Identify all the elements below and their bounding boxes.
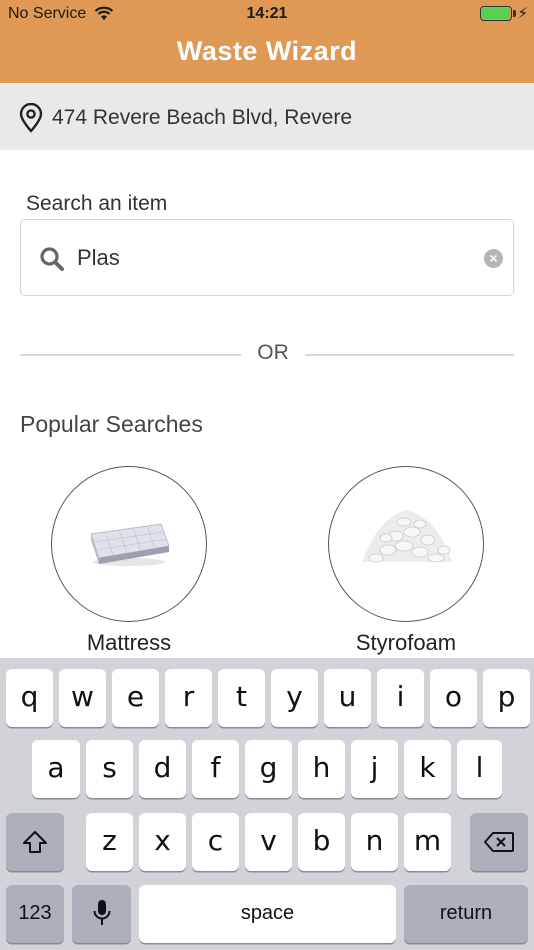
status-time: 14:21 [246, 5, 288, 22]
location-pin-icon [18, 102, 44, 138]
key-p[interactable]: p [483, 669, 530, 727]
numbers-key[interactable]: 123 [6, 885, 64, 943]
key-w[interactable]: w [59, 669, 106, 727]
key-y[interactable]: y [271, 669, 318, 727]
charging-icon: ⚡ [517, 5, 528, 22]
popular-item-styrofoam[interactable]: Styrofoam [328, 466, 484, 655]
key-t[interactable]: t [218, 669, 265, 727]
key-g[interactable]: g [245, 740, 292, 798]
popular-item-label: Mattress [86, 630, 172, 655]
search-box[interactable]: × [20, 219, 514, 296]
or-divider-text: OR [257, 341, 289, 364]
address-text: 474 Revere Beach Blvd, Revere [52, 106, 352, 129]
battery-cap [513, 10, 516, 17]
key-f[interactable]: f [192, 740, 239, 798]
mattress-image[interactable] [51, 466, 207, 622]
styrofoam-image[interactable] [328, 466, 484, 622]
key-u[interactable]: u [324, 669, 371, 727]
key-x[interactable]: x [139, 813, 186, 871]
search-input[interactable] [77, 240, 457, 276]
microphone-key[interactable] [72, 885, 131, 943]
key-s[interactable]: s [86, 740, 133, 798]
battery-icon [480, 6, 512, 21]
shift-key[interactable] [6, 813, 64, 871]
clear-search-icon[interactable]: × [484, 249, 503, 268]
key-n[interactable]: n [351, 813, 398, 871]
popular-item-label: Styrofoam [355, 630, 457, 655]
microphone-icon [93, 900, 111, 934]
popular-searches-title: Popular Searches [20, 411, 203, 437]
key-i[interactable]: i [377, 669, 424, 727]
key-o[interactable]: o [430, 669, 477, 727]
key-d[interactable]: d [139, 740, 186, 798]
key-q[interactable]: q [6, 669, 53, 727]
key-k[interactable]: k [404, 740, 451, 798]
search-label: Search an item [26, 192, 168, 215]
key-c[interactable]: c [192, 813, 239, 871]
key-r[interactable]: r [165, 669, 212, 727]
app-header: No Service 14:21 ⚡ Waste Wizard [0, 0, 534, 83]
location-bar[interactable]: 474 Revere Beach Blvd, Revere [0, 83, 534, 150]
keyboard: q w e r t y u i o p a s d f g h j k l z … [0, 658, 534, 950]
return-key[interactable]: return [404, 885, 528, 943]
divider-left [20, 354, 241, 356]
key-h[interactable]: h [298, 740, 345, 798]
key-v[interactable]: v [245, 813, 292, 871]
search-icon [39, 246, 65, 277]
key-l[interactable]: l [457, 740, 502, 798]
page-title: Waste Wizard [176, 36, 358, 66]
key-a[interactable]: a [32, 740, 80, 798]
key-e[interactable]: e [112, 669, 159, 727]
delete-icon [483, 827, 515, 860]
key-j[interactable]: j [351, 740, 398, 798]
divider-right [305, 354, 514, 356]
space-key[interactable]: space [139, 885, 396, 943]
shift-icon [22, 828, 48, 861]
delete-key[interactable] [470, 813, 528, 871]
popular-item-mattress[interactable]: Mattress [51, 466, 207, 655]
key-z[interactable]: z [86, 813, 133, 871]
status-bar: No Service 14:21 ⚡ [0, 0, 534, 28]
key-m[interactable]: m [404, 813, 451, 871]
key-b[interactable]: b [298, 813, 345, 871]
